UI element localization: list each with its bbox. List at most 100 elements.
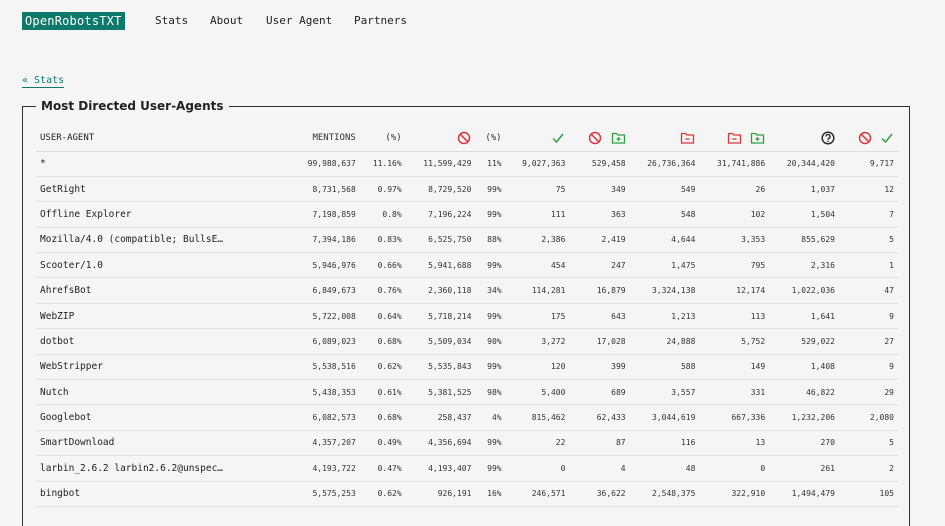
header-mentions[interactable]: MENTIONS xyxy=(290,126,360,152)
table-row[interactable]: Scooter/1.0 5,946,976 0.66% 5,941,688 99% 454… xyxy=(36,252,898,279)
folder-minus-cell: 588 xyxy=(629,354,700,381)
blocked-check-cell: 2 xyxy=(838,455,898,482)
user-agent-cell[interactable]: larbin_2.6.2 larbin2.6.2@unspec… xyxy=(36,455,290,482)
user-agent-cell[interactable]: AhrefsBot xyxy=(36,277,290,304)
table-row[interactable]: * 99,988,637 11.16% 11,599,429 11% 9,027,363 5… xyxy=(36,151,898,177)
table-row[interactable]: bingbot 5,575,253 0.62% 926,191 16% 246,571 36… xyxy=(36,481,898,507)
mentions-percent-cell: 0.68% xyxy=(359,328,406,355)
nav-user-agent[interactable]: User Agent xyxy=(266,14,332,27)
folder-minus-plus-cell: 13 xyxy=(699,430,770,457)
allowed-cell: 175 xyxy=(505,303,570,330)
back-to-stats-link[interactable]: « Stats xyxy=(22,75,65,88)
folder-minus-cell: 24,888 xyxy=(629,328,700,355)
allowed-cell: 9,027,363 xyxy=(505,151,570,177)
nav-about[interactable]: About xyxy=(210,14,243,27)
user-agent-cell[interactable]: Mozilla/4.0 (compatible; BullsE… xyxy=(36,227,290,254)
blocked-icon xyxy=(858,132,871,145)
blocked-folder-plus-cell: 529,458 xyxy=(569,151,630,177)
table-row[interactable]: Googlebot 6,082,573 0.68% 258,437 4% 815,462 6… xyxy=(36,404,898,431)
mentions-percent-cell: 0.83% xyxy=(359,227,406,254)
table-row[interactable]: GetRight 8,731,568 0.97% 8,729,520 99% 75 349 5… xyxy=(36,176,898,203)
blocked-percent-cell: 98% xyxy=(475,379,506,406)
blocked-cell: 4,193,407 xyxy=(405,455,476,482)
header-allowed[interactable] xyxy=(505,126,570,152)
blocked-cell: 11,599,429 xyxy=(405,151,476,177)
folder-minus-plus-cell: 5,752 xyxy=(699,328,770,355)
header-blocked-percent[interactable]: (%) xyxy=(475,126,506,152)
blocked-check-cell: 2,080 xyxy=(838,404,898,431)
blocked-folder-plus-cell: 399 xyxy=(569,354,630,381)
blocked-cell: 5,509,034 xyxy=(405,328,476,355)
blocked-cell: 4,356,694 xyxy=(405,430,476,457)
blocked-check-cell: 7 xyxy=(838,201,898,228)
mentions-percent-cell: 0.62% xyxy=(359,481,406,507)
blocked-percent-cell: 99% xyxy=(475,455,506,482)
table-row[interactable]: SmartDownload 4,357,207 0.49% 4,356,694 99% 2… xyxy=(36,430,898,457)
user-agent-cell[interactable]: bingbot xyxy=(36,481,290,507)
table-row[interactable]: AhrefsBot 6,849,673 0.76% 2,360,118 34% 114,2… xyxy=(36,277,898,304)
allowed-cell: 0 xyxy=(505,455,570,482)
mentions-cell: 4,357,207 xyxy=(290,430,360,457)
folder-minus-plus-cell: 331 xyxy=(699,379,770,406)
table-row[interactable]: Mozilla/4.0 (compatible; BullsE… 7,394,18… xyxy=(36,227,898,254)
unknown-cell: 1,494,479 xyxy=(769,481,839,507)
blocked-check-cell: 29 xyxy=(838,379,898,406)
user-agent-cell[interactable]: Offline Explorer xyxy=(36,201,290,228)
user-agent-cell[interactable]: WebZIP xyxy=(36,303,290,330)
mentions-percent-cell: 0.68% xyxy=(359,404,406,431)
table-row[interactable]: WebZIP 5,722,008 0.64% 5,718,214 99% 175 643 1,… xyxy=(36,303,898,330)
folder-minus-plus-cell: 31,741,886 xyxy=(699,151,770,177)
user-agent-cell[interactable]: Nutch xyxy=(36,379,290,406)
mentions-percent-cell: 0.62% xyxy=(359,354,406,381)
header-user-agent[interactable]: USER-AGENT xyxy=(36,126,290,152)
user-agent-cell[interactable]: * xyxy=(36,151,290,177)
blocked-check-cell: 105 xyxy=(838,481,898,507)
nav-partners[interactable]: Partners xyxy=(354,14,407,27)
header-folder-minus[interactable] xyxy=(629,126,700,152)
folder-minus-plus-cell: 667,336 xyxy=(699,404,770,431)
folder-minus-plus-cell: 3,353 xyxy=(699,227,770,254)
top-navigation: OpenRobotsTXT Stats About User Agent Par… xyxy=(0,0,945,42)
mentions-cell: 6,849,673 xyxy=(290,277,360,304)
unknown-cell: 1,022,036 xyxy=(769,277,839,304)
table-row[interactable]: larbin_2.6.2 larbin2.6.2@unspec… 4,193,72… xyxy=(36,455,898,482)
blocked-folder-plus-cell: 689 xyxy=(569,379,630,406)
header-blocked[interactable] xyxy=(405,126,476,152)
mentions-percent-cell: 0.64% xyxy=(359,303,406,330)
mentions-percent-cell: 0.97% xyxy=(359,176,406,203)
user-agent-cell[interactable]: Scooter/1.0 xyxy=(36,252,290,279)
site-logo[interactable]: OpenRobotsTXT xyxy=(22,12,125,30)
header-unknown[interactable] xyxy=(769,126,839,152)
folder-minus-cell: 3,324,138 xyxy=(629,277,700,304)
nav-stats[interactable]: Stats xyxy=(155,14,188,27)
header-mentions-percent[interactable]: (%) xyxy=(359,126,406,152)
folder-minus-cell: 1,475 xyxy=(629,252,700,279)
section-title: Most Directed User-Agents xyxy=(36,99,229,113)
allowed-cell: 75 xyxy=(505,176,570,203)
header-folder-minus-plus[interactable] xyxy=(699,126,770,152)
blocked-folder-plus-cell: 363 xyxy=(569,201,630,228)
table-row[interactable]: Nutch 5,438,353 0.61% 5,381,525 98% 5,400 689 3… xyxy=(36,379,898,406)
user-agent-cell[interactable]: dotbot xyxy=(36,328,290,355)
folder-minus-cell: 3,557 xyxy=(629,379,700,406)
header-blocked-check[interactable] xyxy=(838,126,898,152)
blocked-check-cell: 5 xyxy=(838,430,898,457)
unknown-cell: 20,344,420 xyxy=(769,151,839,177)
blocked-cell: 7,196,224 xyxy=(405,201,476,228)
blocked-icon xyxy=(458,132,471,145)
user-agent-cell[interactable]: SmartDownload xyxy=(36,430,290,457)
folder-minus-plus-cell: 102 xyxy=(699,201,770,228)
blocked-check-cell: 9 xyxy=(838,303,898,330)
user-agent-cell[interactable]: Googlebot xyxy=(36,404,290,431)
header-blocked-folder-plus[interactable] xyxy=(569,126,630,152)
user-agent-cell[interactable]: GetRight xyxy=(36,176,290,203)
table-row[interactable]: WebStripper 5,538,516 0.62% 5,535,843 99% 120… xyxy=(36,354,898,381)
table-row[interactable]: dotbot 6,089,023 0.68% 5,509,034 90% 3,272 17,… xyxy=(36,328,898,355)
table-row[interactable]: Offline Explorer 7,198,859 0.8% 7,196,224 99… xyxy=(36,201,898,228)
user-agent-cell[interactable]: WebStripper xyxy=(36,354,290,381)
blocked-check-cell: 47 xyxy=(838,277,898,304)
folder-minus-plus-cell: 0 xyxy=(699,455,770,482)
blocked-check-cell: 9,717 xyxy=(838,151,898,177)
blocked-percent-cell: 88% xyxy=(475,227,506,254)
blocked-folder-plus-cell: 62,433 xyxy=(569,404,630,431)
